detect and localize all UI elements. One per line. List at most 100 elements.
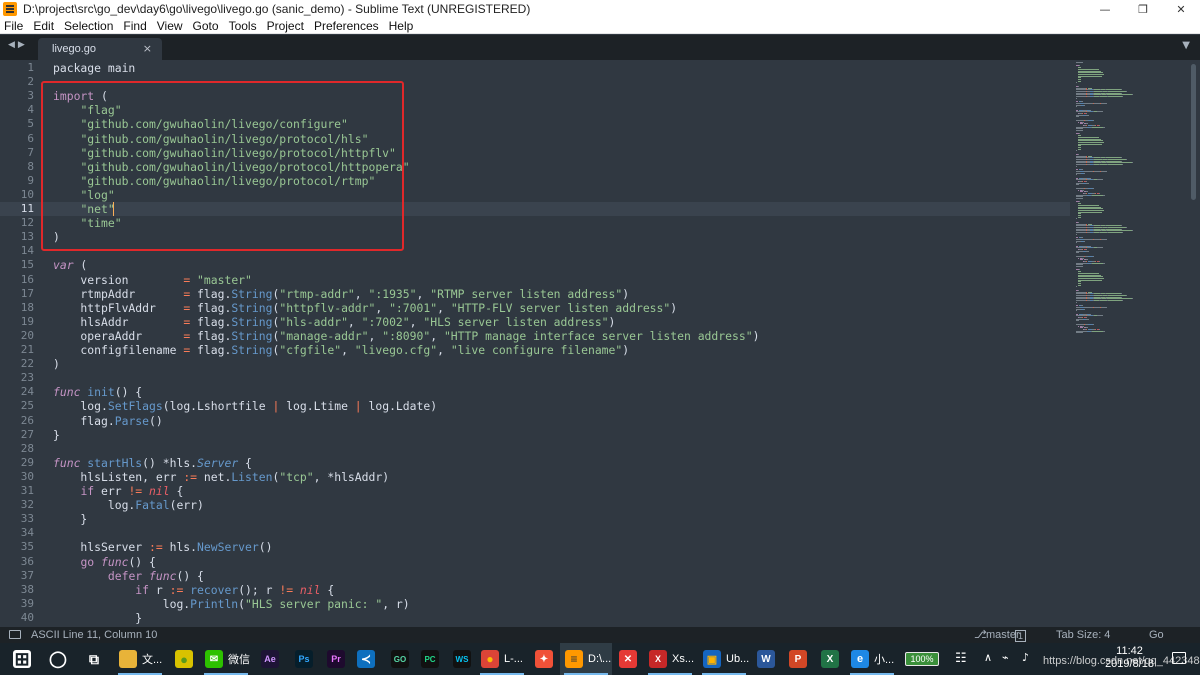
code-line[interactable]: flag.Parse() (53, 414, 162, 428)
tab-dropdown-icon[interactable]: ▼ (1182, 40, 1190, 51)
taskbar-wechat[interactable]: ✉ 微信 (200, 643, 252, 675)
syntax-mode[interactable]: Go (1149, 628, 1164, 642)
code-line[interactable]: } (53, 512, 87, 526)
menu-file[interactable]: File (0, 18, 28, 34)
minimap-mark (1097, 315, 1103, 317)
menu-project[interactable]: Project (262, 18, 309, 34)
code-line[interactable]: configfilename = flag.String("cfgfile", … (53, 343, 629, 357)
taskbar-ubuntu-vm[interactable]: ▣ Ub... (698, 643, 750, 675)
menu-find[interactable]: Find (118, 18, 151, 34)
tab-size[interactable]: Tab Size: 4 (1056, 628, 1110, 642)
code-line[interactable]: package main (53, 61, 135, 75)
taskbar-sublime[interactable]: ≡ D:\... (560, 643, 612, 675)
panel-toggle-icon[interactable] (9, 630, 21, 639)
line-number: 34 (20, 526, 34, 540)
code-line[interactable]: } (53, 428, 60, 442)
vertical-scrollbar[interactable] (1191, 64, 1196, 200)
line-number: 23 (20, 371, 34, 385)
code-token: "HLS server listen address" (423, 314, 609, 329)
taskbar-vscode[interactable]: ≺ (352, 643, 382, 675)
code-token: if (80, 484, 95, 498)
maximize-icon[interactable]: ❐ (1124, 0, 1162, 18)
taskbar-xshell[interactable]: X Xs... (644, 643, 696, 675)
tab-close-icon[interactable]: × (143, 42, 152, 55)
code-line[interactable]: httpFlvAddr = flag.String("httpflv-addr"… (53, 301, 677, 315)
tab-nav-arrows-icon[interactable]: ◀▶ (8, 40, 28, 50)
close-icon[interactable]: ✕ (1162, 0, 1200, 18)
code-token: package main (53, 61, 136, 75)
taskbar-windows-start[interactable]: ⊞ (8, 643, 36, 675)
line-number: 37 (20, 568, 34, 582)
taskbar-powerpoint[interactable]: P (784, 643, 812, 675)
taskbar-xmind[interactable]: ✕ (614, 643, 642, 675)
code-line[interactable]: log.SetFlags(log.Lshortfile | log.Ltime … (53, 399, 437, 413)
taskbar-app-yellow[interactable]: ● (170, 643, 196, 675)
taskbar-webstorm[interactable]: WS (448, 643, 476, 675)
code-line[interactable]: rtmpAddr = flag.String("rtmp-addr", ":19… (53, 287, 629, 301)
menu-selection[interactable]: Selection (59, 18, 118, 34)
taskbar-photoshop[interactable]: Ps (290, 643, 318, 675)
code-line[interactable]: go func() { (53, 555, 155, 569)
taskbar-task-view[interactable]: ⧉ (80, 643, 108, 675)
code-line[interactable]: defer func() { (53, 569, 204, 583)
taskbar-excel[interactable]: X (816, 643, 844, 675)
minimap-mark (1103, 126, 1105, 128)
menu-preferences[interactable]: Preferences (309, 18, 384, 34)
tray-network-icon[interactable]: ⌁ (1002, 651, 1009, 664)
code-line[interactable]: hlsAddr = flag.String("hls-addr", ":7002… (53, 315, 615, 329)
code-line[interactable]: if err != nil { (53, 484, 183, 498)
minimap-mark (1122, 164, 1123, 165)
taskbar-chrome[interactable]: ● L-... (476, 643, 528, 675)
menu-help[interactable]: Help (384, 18, 419, 34)
menu-view[interactable]: View (152, 18, 188, 34)
people-icon[interactable]: ☷ (955, 651, 967, 666)
minimize-icon[interactable]: — (1086, 0, 1124, 18)
minimap-mark (1086, 250, 1089, 252)
code-token: , (430, 328, 444, 343)
minimap-mark (1078, 121, 1079, 123)
tab-livego-go[interactable]: livego.go × (38, 38, 162, 60)
minimap-mark (1076, 198, 1083, 199)
taskbar-premiere[interactable]: Pr (322, 643, 350, 675)
code-editor[interactable]: 1 2 3 4 5 6 7 8 9 10 11 12 13 14 15 16 17 18 19 20 21 22 23 24 2… (0, 60, 1200, 627)
xmind-icon: ✕ (619, 650, 637, 668)
code-token: hls. (162, 540, 198, 555)
line-number: 20 (20, 328, 34, 342)
code-line[interactable]: hlsListen, err := net.Listen("tcp", *hls… (53, 470, 389, 484)
code-token: hlsServer (53, 540, 150, 555)
tray-chevron-icon[interactable]: ∧ (984, 651, 992, 664)
taskbar-swift-app[interactable]: ✦ (530, 643, 558, 675)
taskbar-goland[interactable]: GO (386, 643, 414, 675)
code-token: log. (53, 596, 191, 611)
taskbar-cortana[interactable]: ◯ (44, 643, 72, 675)
minimap-mark (1093, 323, 1094, 325)
git-changes-count: 1 (1015, 630, 1027, 642)
code-line[interactable]: if r := recover(); r != nil { (53, 583, 334, 597)
code-line[interactable]: var ( (53, 258, 87, 272)
menu-goto[interactable]: Goto (188, 18, 224, 34)
code-line[interactable]: operaAddr = flag.String("manage-addr", "… (53, 329, 759, 343)
code-line[interactable]: ) (53, 357, 60, 371)
code-line[interactable]: hlsServer := hls.NewServer() (53, 540, 272, 554)
browser-icon: e (851, 650, 869, 668)
code-line[interactable]: func init() { (53, 385, 142, 399)
menu-edit[interactable]: Edit (28, 18, 59, 34)
taskbar-browser-small[interactable]: e 小... (846, 643, 898, 675)
menu-tools[interactable]: Tools (224, 18, 262, 34)
minimap[interactable] (1072, 60, 1190, 627)
code-token: "rtmp-addr" (279, 286, 355, 301)
taskbar-pycharm[interactable]: PC (416, 643, 444, 675)
code-line[interactable]: log.Fatal(err) (53, 498, 204, 512)
taskbar-after-effects[interactable]: Ae (256, 643, 284, 675)
code-line[interactable]: } (53, 611, 142, 625)
taskbar-file-explorer[interactable]: 文... (114, 643, 166, 675)
code-line[interactable]: func startHls() *hls.Server { (53, 456, 252, 470)
minimap-mark (1076, 106, 1077, 108)
taskbar-word[interactable]: W (752, 643, 780, 675)
battery-indicator[interactable]: 100% (905, 652, 939, 666)
code-line[interactable]: version = "master" (53, 273, 251, 287)
code-line[interactable]: log.Println("HLS server panic: ", r) (53, 597, 410, 611)
volume-icon[interactable]: ♪ (1022, 651, 1029, 664)
taskbar-label: D:\... (588, 653, 612, 665)
minimap-mark (1076, 150, 1077, 152)
